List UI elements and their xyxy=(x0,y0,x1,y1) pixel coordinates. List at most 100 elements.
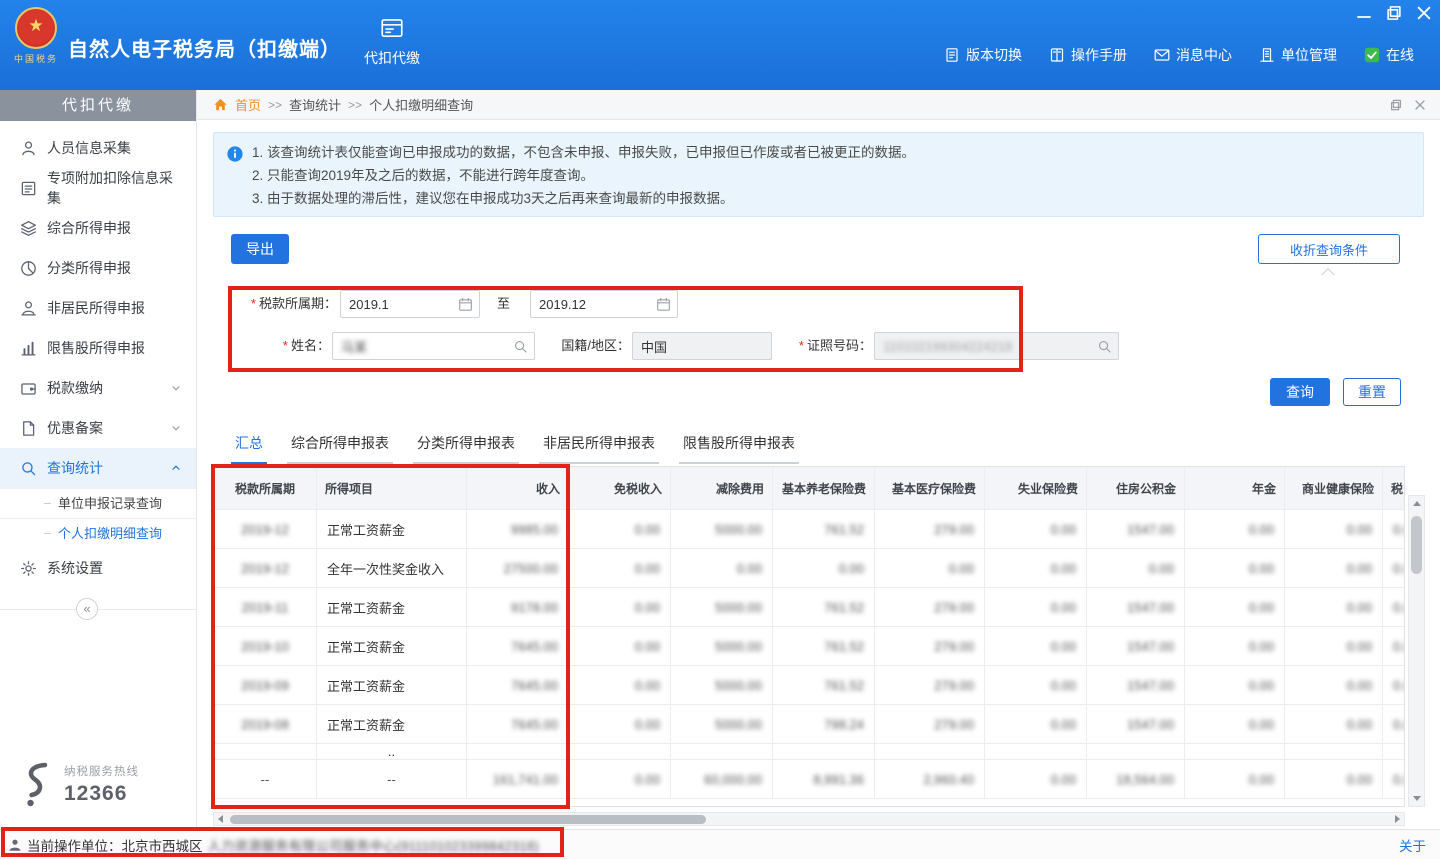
table-cell: .. xyxy=(317,744,467,759)
sidebar-item-restricted-shares[interactable]: 限售股所得申报 xyxy=(0,328,196,368)
close-button[interactable] xyxy=(1416,5,1432,21)
minimize-button[interactable] xyxy=(1356,5,1372,21)
app-title: 自然人电子税务局（扣缴端） xyxy=(68,33,341,62)
tab-classified[interactable]: 分类所得申报表 xyxy=(413,424,519,464)
search-icon[interactable] xyxy=(1097,339,1112,354)
app-logo: 中国税务 xyxy=(10,7,62,65)
breadcrumb-home[interactable]: 首页 xyxy=(235,95,261,114)
table-cell: 161,741.00 xyxy=(467,760,569,798)
module-tab-withholding[interactable]: 代扣代缴 xyxy=(350,15,434,68)
sidebar-item-classified-income[interactable]: 分类所得申报 xyxy=(0,248,196,288)
horizontal-scrollbar[interactable] xyxy=(213,812,1405,826)
hotline: 纳税服务热线 12366 xyxy=(20,760,139,808)
period-to-input[interactable]: 2019.12 xyxy=(530,290,678,318)
table-cell: 1547.00 xyxy=(1087,705,1185,743)
tab-comprehensive[interactable]: 综合所得申报表 xyxy=(287,424,393,464)
table-cell: 0.00 xyxy=(1185,705,1285,743)
sidebar-item-preferential-record[interactable]: 优惠备案 xyxy=(0,408,196,448)
titlebar-nav-version-switch[interactable]: 版本切换 xyxy=(944,45,1022,65)
period-from-input[interactable]: 2019.1 xyxy=(340,290,480,318)
name-input[interactable]: 马某 xyxy=(332,332,535,360)
tab-nonresident[interactable]: 非居民所得申报表 xyxy=(539,424,659,464)
column-header: 收入 xyxy=(467,467,569,509)
table-cell: 7645.00 xyxy=(467,705,569,743)
table-cell: 9985.00 xyxy=(467,510,569,548)
mail-icon xyxy=(1154,47,1170,63)
table-cell xyxy=(569,744,671,759)
table-cell: 正常工资薪金 xyxy=(317,588,467,626)
nationality-label-text: 国籍/地区： xyxy=(561,338,630,353)
table-cell: 27500.00 xyxy=(467,549,569,587)
table-row: 2019-12全年一次性奖金收入27500.000.000.000.000.00… xyxy=(214,549,1404,588)
tab-summary[interactable]: 汇总 xyxy=(231,424,267,464)
nationality-input[interactable]: 中国 xyxy=(632,332,772,360)
sidebar-subitem-personal-withholding-query[interactable]: 个人扣缴明细查询 xyxy=(0,518,196,548)
search-icon xyxy=(20,460,37,477)
table-cell: 0.00 xyxy=(1383,760,1405,798)
table-cell: 279.00 xyxy=(875,510,985,548)
column-header: 基本养老保险费 xyxy=(773,467,875,509)
sidebar-collapse-button[interactable]: « xyxy=(76,598,98,620)
panel-close-icon[interactable] xyxy=(1414,99,1426,111)
titlebar-nav-message-center[interactable]: 消息中心 xyxy=(1154,45,1232,65)
export-button[interactable]: 导出 xyxy=(231,234,289,264)
table-cell: 0.00 xyxy=(1285,666,1383,704)
column-header: 税款所属期 xyxy=(214,467,317,509)
scroll-down-arrow[interactable] xyxy=(1409,791,1424,806)
required-mark: * xyxy=(283,338,288,353)
panel-restore-icon[interactable] xyxy=(1390,99,1402,111)
form-icon xyxy=(20,180,37,197)
tab-restricted[interactable]: 限售股所得申报表 xyxy=(679,424,799,464)
reset-button[interactable]: 重置 xyxy=(1343,378,1401,406)
sidebar-item-nonresident-income[interactable]: 非居民所得申报 xyxy=(0,288,196,328)
table-cell: 0.00 xyxy=(1285,510,1383,548)
home-icon[interactable] xyxy=(213,97,228,112)
manual-icon xyxy=(1049,47,1065,63)
table-cell: 1547.00 xyxy=(1087,627,1185,665)
table-cell xyxy=(1383,744,1405,759)
panel-controls xyxy=(1390,99,1426,111)
calendar-icon[interactable] xyxy=(656,297,671,312)
vertical-scroll-thumb[interactable] xyxy=(1411,516,1422,574)
sidebar-item-special-deduction[interactable]: 专项附加扣除信息采集 xyxy=(0,168,196,208)
sidebar-subitem-unit-declare-query[interactable]: 单位申报记录查询 xyxy=(0,488,196,518)
titlebar-nav-unit-management[interactable]: 单位管理 xyxy=(1259,45,1337,65)
table-cell: 0.00 xyxy=(1185,760,1285,798)
query-button[interactable]: 查询 xyxy=(1270,378,1330,406)
titlebar-nav-online-status[interactable]: 在线 xyxy=(1364,45,1414,65)
logo-caption: 中国税务 xyxy=(10,52,62,65)
restore-button[interactable] xyxy=(1386,5,1402,21)
table-cell xyxy=(1285,744,1383,759)
sidebar-item-system-settings[interactable]: 系统设置 xyxy=(0,548,196,588)
calendar-icon[interactable] xyxy=(458,297,473,312)
about-link[interactable]: 关于 xyxy=(1399,835,1426,855)
sidebar-item-query-statistics[interactable]: 查询统计 xyxy=(0,448,196,488)
horizontal-scroll-thumb[interactable] xyxy=(230,815,706,824)
table-cell: 2019-12 xyxy=(214,549,317,587)
id-number-value: 110102199304224218 xyxy=(883,339,1012,354)
table-cell: 279.00 xyxy=(875,705,985,743)
table-cell: 0.00 xyxy=(1383,549,1405,587)
titlebar-nav-manual[interactable]: 操作手册 xyxy=(1049,45,1127,65)
sidebar-item-label: 人员信息采集 xyxy=(47,138,131,158)
sidebar-item-tax-payment[interactable]: 税款缴纳 xyxy=(0,368,196,408)
id-number-input[interactable]: 110102199304224218 xyxy=(874,332,1119,360)
scroll-left-arrow[interactable] xyxy=(214,813,227,825)
scroll-up-arrow[interactable] xyxy=(1409,496,1424,511)
column-header: 商业健康保险 xyxy=(1285,467,1383,509)
column-header: 免税收入 xyxy=(569,467,671,509)
collapse-query-button[interactable]: 收折查询条件 xyxy=(1258,234,1400,264)
sidebar-item-label: 系统设置 xyxy=(47,558,103,578)
search-icon[interactable] xyxy=(513,339,528,354)
scroll-right-arrow[interactable] xyxy=(1391,813,1404,825)
sidebar-item-label: 非居民所得申报 xyxy=(47,298,145,318)
table-cell: 2,960.40 xyxy=(875,760,985,798)
sidebar: 代扣代缴 人员信息采集专项附加扣除信息采集综合所得申报分类所得申报非居民所得申报… xyxy=(0,90,197,829)
period-label: *税款所属期： xyxy=(215,290,337,318)
vertical-scrollbar[interactable] xyxy=(1408,495,1425,807)
table-cell: 0.00 xyxy=(985,588,1087,626)
sidebar-item-comprehensive-income[interactable]: 综合所得申报 xyxy=(0,208,196,248)
sidebar-item-personnel-info[interactable]: 人员信息采集 xyxy=(0,128,196,168)
breadcrumb-level2[interactable]: 查询统计 xyxy=(289,95,341,114)
sidebar-item-label: 优惠备案 xyxy=(47,418,103,438)
